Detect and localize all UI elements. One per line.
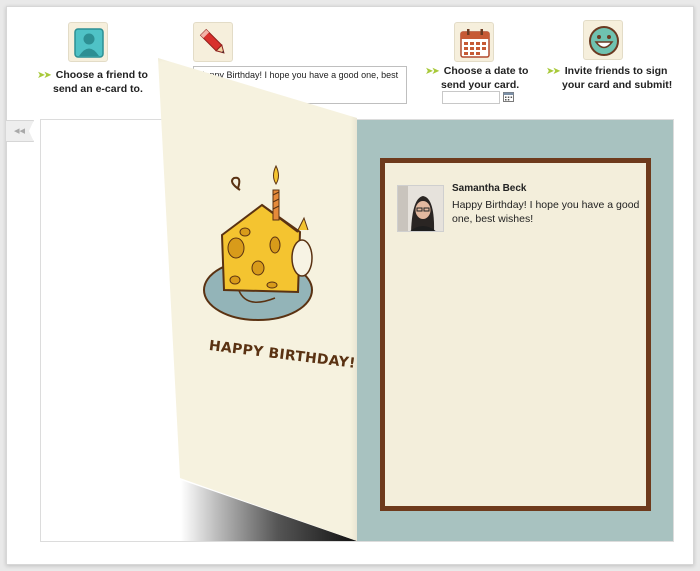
smiley-icon xyxy=(589,26,619,56)
sender-message: Happy Birthday! I hope you have a good o… xyxy=(452,199,640,225)
step-invite-icon-box[interactable] xyxy=(583,20,623,60)
arrow-icon: ➤➤ xyxy=(546,66,561,77)
person-icon xyxy=(74,28,104,58)
step-message-icon-box[interactable] xyxy=(193,22,233,62)
cheese-cake-illustration xyxy=(203,164,313,321)
step-choose-friend: ➤➤ Choose a friend to send an e-card to. xyxy=(37,69,148,95)
sender-name: Samantha Beck xyxy=(452,183,527,194)
date-input[interactable] xyxy=(442,91,500,104)
avatar xyxy=(397,185,444,232)
step-invite-friends: ➤➤ Invite friends to sign your card and s… xyxy=(546,65,673,91)
step-friend-icon-box[interactable] xyxy=(68,22,108,62)
calendar-icon xyxy=(460,29,490,58)
pencil-icon xyxy=(199,28,225,54)
step-choose-date: ➤➤ Choose a date to send your card. xyxy=(425,65,529,91)
calendar-button-icon[interactable] xyxy=(503,92,514,102)
arrow-icon: ➤➤ xyxy=(37,70,52,81)
arrow-icon: ➤➤ xyxy=(425,66,440,77)
step-date-icon-box[interactable] xyxy=(454,22,494,62)
